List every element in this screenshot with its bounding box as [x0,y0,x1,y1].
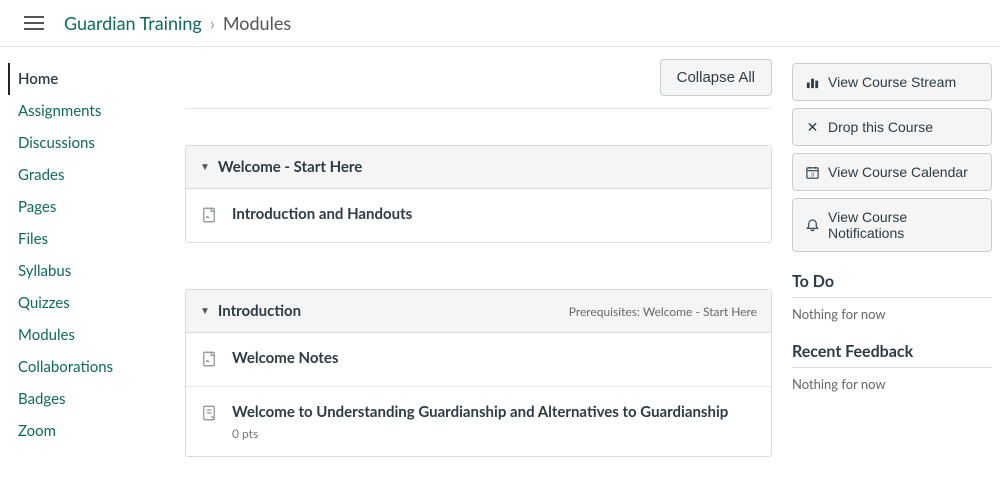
nav-item-zoom[interactable]: Zoom [8,415,173,447]
course-nav-sidebar: Home Assignments Discussions Grades Page… [8,59,173,503]
nav-item-files[interactable]: Files [8,223,173,255]
todo-section: To Do Nothing for now [792,272,992,322]
module-item[interactable]: Introduction and Handouts [186,189,771,242]
nav-item-assignments[interactable]: Assignments [8,95,173,127]
collapse-all-button[interactable]: Collapse All [660,59,772,96]
caret-down-icon: ▼ [200,305,210,317]
nav-item-discussions[interactable]: Discussions [8,127,173,159]
bell-icon [805,218,820,233]
module-header[interactable]: ▼ Welcome - Start Here [186,146,771,189]
button-label: View Course Calendar [828,164,968,180]
calendar-icon: 3 [805,165,820,180]
todo-empty-message: Nothing for now [792,306,992,322]
button-label: Drop this Course [828,119,933,135]
caret-down-icon: ▼ [200,161,210,173]
module-item[interactable]: Welcome to Understanding Guardianship an… [186,387,771,456]
recent-feedback-empty-message: Nothing for now [792,376,992,392]
recent-feedback-section: Recent Feedback Nothing for now [792,342,992,392]
close-icon: ✕ [805,120,820,135]
hamburger-menu-button[interactable] [20,8,48,38]
chevron-right-icon: › [210,12,215,34]
view-course-notifications-button[interactable]: View Course Notifications [792,198,992,252]
module-welcome-start-here: ▼ Welcome - Start Here Introduction and … [185,145,772,243]
breadcrumb-course-link[interactable]: Guardian Training [64,12,202,34]
view-course-stream-button[interactable]: View Course Stream [792,63,992,101]
nav-item-syllabus[interactable]: Syllabus [8,255,173,287]
module-header[interactable]: ▼ Introduction Prerequisites: Welcome - … [186,290,771,333]
module-prerequisites: Prerequisites: Welcome - Start Here [569,304,757,319]
button-label: View Course Stream [828,74,956,90]
todo-title: To Do [792,272,992,298]
module-item-title: Welcome to Understanding Guardianship an… [232,402,757,422]
module-item[interactable]: Welcome Notes [186,333,771,387]
module-introduction: ▼ Introduction Prerequisites: Welcome - … [185,289,772,457]
breadcrumb: Guardian Training › Modules [64,12,291,34]
breadcrumb-current: Modules [223,12,291,34]
nav-item-quizzes[interactable]: Quizzes [8,287,173,319]
button-label: View Course Notifications [828,209,979,241]
nav-item-badges[interactable]: Badges [8,383,173,415]
module-title: Introduction [218,302,569,320]
recent-feedback-title: Recent Feedback [792,342,992,368]
nav-item-pages[interactable]: Pages [8,191,173,223]
nav-item-collaborations[interactable]: Collaborations [8,351,173,383]
module-item-points: 0 pts [232,426,757,441]
nav-item-grades[interactable]: Grades [8,159,173,191]
assignment-icon [200,404,218,425]
module-item-title: Introduction and Handouts [232,204,757,224]
page-icon [200,206,218,227]
svg-text:3: 3 [811,172,814,178]
module-item-title: Welcome Notes [232,348,757,368]
module-title: Welcome - Start Here [218,158,757,176]
nav-item-modules[interactable]: Modules [8,319,173,351]
nav-item-home[interactable]: Home [8,63,173,95]
page-icon [200,350,218,371]
bar-chart-icon [805,75,820,90]
view-course-calendar-button[interactable]: 3 View Course Calendar [792,153,992,191]
drop-course-button[interactable]: ✕ Drop this Course [792,108,992,146]
